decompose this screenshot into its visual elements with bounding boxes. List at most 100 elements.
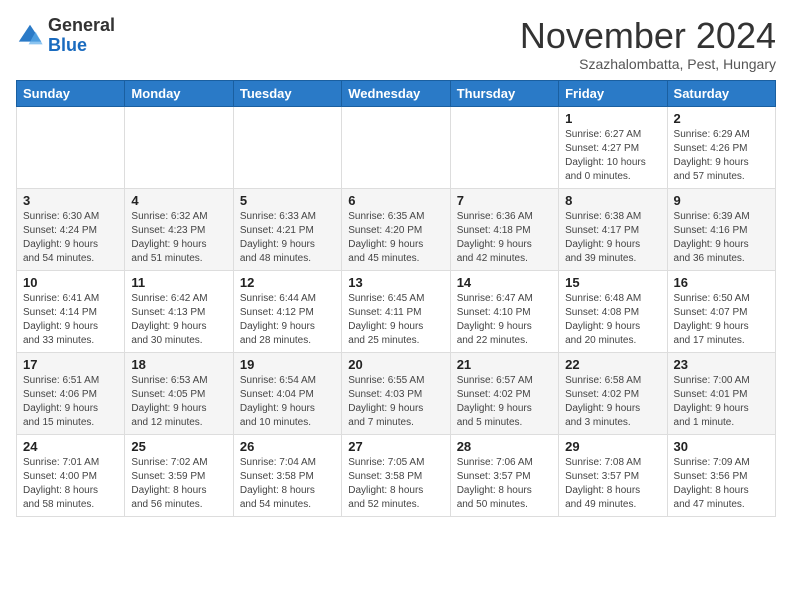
day-number: 1 (565, 111, 660, 126)
day-number: 23 (674, 357, 769, 372)
weekday-header-sunday: Sunday (17, 80, 125, 106)
calendar-cell: 4Sunrise: 6:32 AM Sunset: 4:23 PM Daylig… (125, 188, 233, 270)
month-title: November 2024 (520, 16, 776, 56)
calendar-cell: 15 Sunrise: 6:48 AM Sunset: 4:08 PM Dayli… (559, 270, 667, 352)
weekday-header-friday: Friday (559, 80, 667, 106)
calendar-cell: 26 Sunrise: 7:04 AM Sunset: 3:58 PM Dayli… (233, 434, 341, 516)
calendar-cell (342, 106, 450, 188)
weekday-header-monday: Monday (125, 80, 233, 106)
week-row-5: 24Sunrise: 7:01 AM Sunset: 4:00 PM Dayli… (17, 434, 776, 516)
calendar-cell: 28 Sunrise: 7:06 AM Sunset: 3:57 PM Dayli… (450, 434, 558, 516)
day-info: Sunrise: 6:33 AM Sunset: 4:21 PM Dayligh… (240, 210, 335, 266)
calendar-cell (450, 106, 558, 188)
week-row-4: 17 Sunrise: 6:51 AM Sunset: 4:06 PM Dayli… (17, 352, 776, 434)
calendar-cell: 16 Sunrise: 6:50 AM Sunset: 4:07 PM Dayli… (667, 270, 775, 352)
day-number: 28 (457, 439, 552, 454)
day-info: Sunrise: 6:38 AM Sunset: 4:17 PM Dayligh… (565, 210, 660, 266)
day-info: Sunrise: 6:36 AM Sunset: 4:18 PM Dayligh… (457, 210, 552, 266)
calendar-cell: 22 Sunrise: 6:58 AM Sunset: 4:02 PM Dayli… (559, 352, 667, 434)
weekday-header-thursday: Thursday (450, 80, 558, 106)
day-info: Sunrise: 7:06 AM Sunset: 3:57 PM Dayligh… (457, 456, 552, 512)
day-number: 3 (23, 193, 118, 208)
day-number: 17 (23, 357, 118, 372)
calendar-cell: 7 Sunrise: 6:36 AM Sunset: 4:18 PM Daylig… (450, 188, 558, 270)
day-number: 24 (23, 439, 118, 454)
day-info: Sunrise: 7:05 AM Sunset: 3:58 PM Dayligh… (348, 456, 443, 512)
calendar-cell: 2Sunrise: 6:29 AM Sunset: 4:26 PM Daylig… (667, 106, 775, 188)
calendar-cell (233, 106, 341, 188)
calendar-cell: 27 Sunrise: 7:05 AM Sunset: 3:58 PM Dayli… (342, 434, 450, 516)
day-info: Sunrise: 6:58 AM Sunset: 4:02 PM Dayligh… (565, 374, 660, 430)
logo: General Blue (16, 16, 115, 56)
day-info: Sunrise: 6:50 AM Sunset: 4:07 PM Dayligh… (674, 292, 769, 348)
calendar-cell: 9 Sunrise: 6:39 AM Sunset: 4:16 PM Daylig… (667, 188, 775, 270)
calendar-cell: 10Sunrise: 6:41 AM Sunset: 4:14 PM Dayli… (17, 270, 125, 352)
calendar-cell: 25Sunrise: 7:02 AM Sunset: 3:59 PM Dayli… (125, 434, 233, 516)
calendar-cell: 13 Sunrise: 6:45 AM Sunset: 4:11 PM Dayli… (342, 270, 450, 352)
day-info: Sunrise: 6:57 AM Sunset: 4:02 PM Dayligh… (457, 374, 552, 430)
day-info: Sunrise: 6:42 AM Sunset: 4:13 PM Dayligh… (131, 292, 226, 348)
day-number: 27 (348, 439, 443, 454)
weekday-header-saturday: Saturday (667, 80, 775, 106)
calendar-cell: 3 Sunrise: 6:30 AM Sunset: 4:24 PM Daylig… (17, 188, 125, 270)
logo-general: General (48, 16, 115, 36)
calendar-cell: 1 Sunrise: 6:27 AM Sunset: 4:27 PM Daylig… (559, 106, 667, 188)
calendar-cell: 18Sunrise: 6:53 AM Sunset: 4:05 PM Dayli… (125, 352, 233, 434)
day-number: 9 (674, 193, 769, 208)
day-info: Sunrise: 7:02 AM Sunset: 3:59 PM Dayligh… (131, 456, 226, 512)
logo-text: General Blue (48, 16, 115, 56)
day-info: Sunrise: 6:51 AM Sunset: 4:06 PM Dayligh… (23, 374, 118, 430)
day-info: Sunrise: 7:08 AM Sunset: 3:57 PM Dayligh… (565, 456, 660, 512)
day-number: 14 (457, 275, 552, 290)
calendar-cell: 12 Sunrise: 6:44 AM Sunset: 4:12 PM Dayli… (233, 270, 341, 352)
calendar-cell: 19Sunrise: 6:54 AM Sunset: 4:04 PM Dayli… (233, 352, 341, 434)
week-row-1: 1 Sunrise: 6:27 AM Sunset: 4:27 PM Daylig… (17, 106, 776, 188)
calendar-cell: 8 Sunrise: 6:38 AM Sunset: 4:17 PM Daylig… (559, 188, 667, 270)
day-info: Sunrise: 6:30 AM Sunset: 4:24 PM Dayligh… (23, 210, 118, 266)
day-number: 29 (565, 439, 660, 454)
location: Szazhalombatta, Pest, Hungary (520, 56, 776, 72)
day-number: 15 (565, 275, 660, 290)
day-number: 22 (565, 357, 660, 372)
day-number: 21 (457, 357, 552, 372)
calendar: SundayMondayTuesdayWednesdayThursdayFrid… (16, 80, 776, 517)
calendar-cell: 20Sunrise: 6:55 AM Sunset: 4:03 PM Dayli… (342, 352, 450, 434)
day-number: 10 (23, 275, 118, 290)
calendar-cell: 21 Sunrise: 6:57 AM Sunset: 4:02 PM Dayli… (450, 352, 558, 434)
day-info: Sunrise: 6:48 AM Sunset: 4:08 PM Dayligh… (565, 292, 660, 348)
day-number: 30 (674, 439, 769, 454)
calendar-cell: 14 Sunrise: 6:47 AM Sunset: 4:10 PM Dayli… (450, 270, 558, 352)
calendar-cell: 30Sunrise: 7:09 AM Sunset: 3:56 PM Dayli… (667, 434, 775, 516)
day-number: 11 (131, 275, 226, 290)
day-number: 12 (240, 275, 335, 290)
calendar-cell: 11 Sunrise: 6:42 AM Sunset: 4:13 PM Dayli… (125, 270, 233, 352)
weekday-header-row: SundayMondayTuesdayWednesdayThursdayFrid… (17, 80, 776, 106)
weekday-header-wednesday: Wednesday (342, 80, 450, 106)
day-number: 18 (131, 357, 226, 372)
calendar-cell (125, 106, 233, 188)
day-number: 7 (457, 193, 552, 208)
day-number: 16 (674, 275, 769, 290)
calendar-cell: 23Sunrise: 7:00 AM Sunset: 4:01 PM Dayli… (667, 352, 775, 434)
title-block: November 2024 Szazhalombatta, Pest, Hung… (520, 16, 776, 72)
day-number: 26 (240, 439, 335, 454)
day-info: Sunrise: 6:39 AM Sunset: 4:16 PM Dayligh… (674, 210, 769, 266)
calendar-cell: 24Sunrise: 7:01 AM Sunset: 4:00 PM Dayli… (17, 434, 125, 516)
calendar-cell: 6Sunrise: 6:35 AM Sunset: 4:20 PM Daylig… (342, 188, 450, 270)
calendar-cell: 5Sunrise: 6:33 AM Sunset: 4:21 PM Daylig… (233, 188, 341, 270)
day-info: Sunrise: 6:44 AM Sunset: 4:12 PM Dayligh… (240, 292, 335, 348)
day-number: 8 (565, 193, 660, 208)
calendar-cell (17, 106, 125, 188)
day-number: 4 (131, 193, 226, 208)
day-number: 13 (348, 275, 443, 290)
page-header: General Blue November 2024 Szazhalombatt… (16, 16, 776, 72)
week-row-2: 3 Sunrise: 6:30 AM Sunset: 4:24 PM Daylig… (17, 188, 776, 270)
day-info: Sunrise: 6:47 AM Sunset: 4:10 PM Dayligh… (457, 292, 552, 348)
day-info: Sunrise: 6:35 AM Sunset: 4:20 PM Dayligh… (348, 210, 443, 266)
day-info: Sunrise: 6:45 AM Sunset: 4:11 PM Dayligh… (348, 292, 443, 348)
logo-icon (16, 22, 44, 50)
day-number: 20 (348, 357, 443, 372)
day-info: Sunrise: 6:27 AM Sunset: 4:27 PM Dayligh… (565, 128, 660, 184)
calendar-cell: 17 Sunrise: 6:51 AM Sunset: 4:06 PM Dayli… (17, 352, 125, 434)
day-info: Sunrise: 7:04 AM Sunset: 3:58 PM Dayligh… (240, 456, 335, 512)
